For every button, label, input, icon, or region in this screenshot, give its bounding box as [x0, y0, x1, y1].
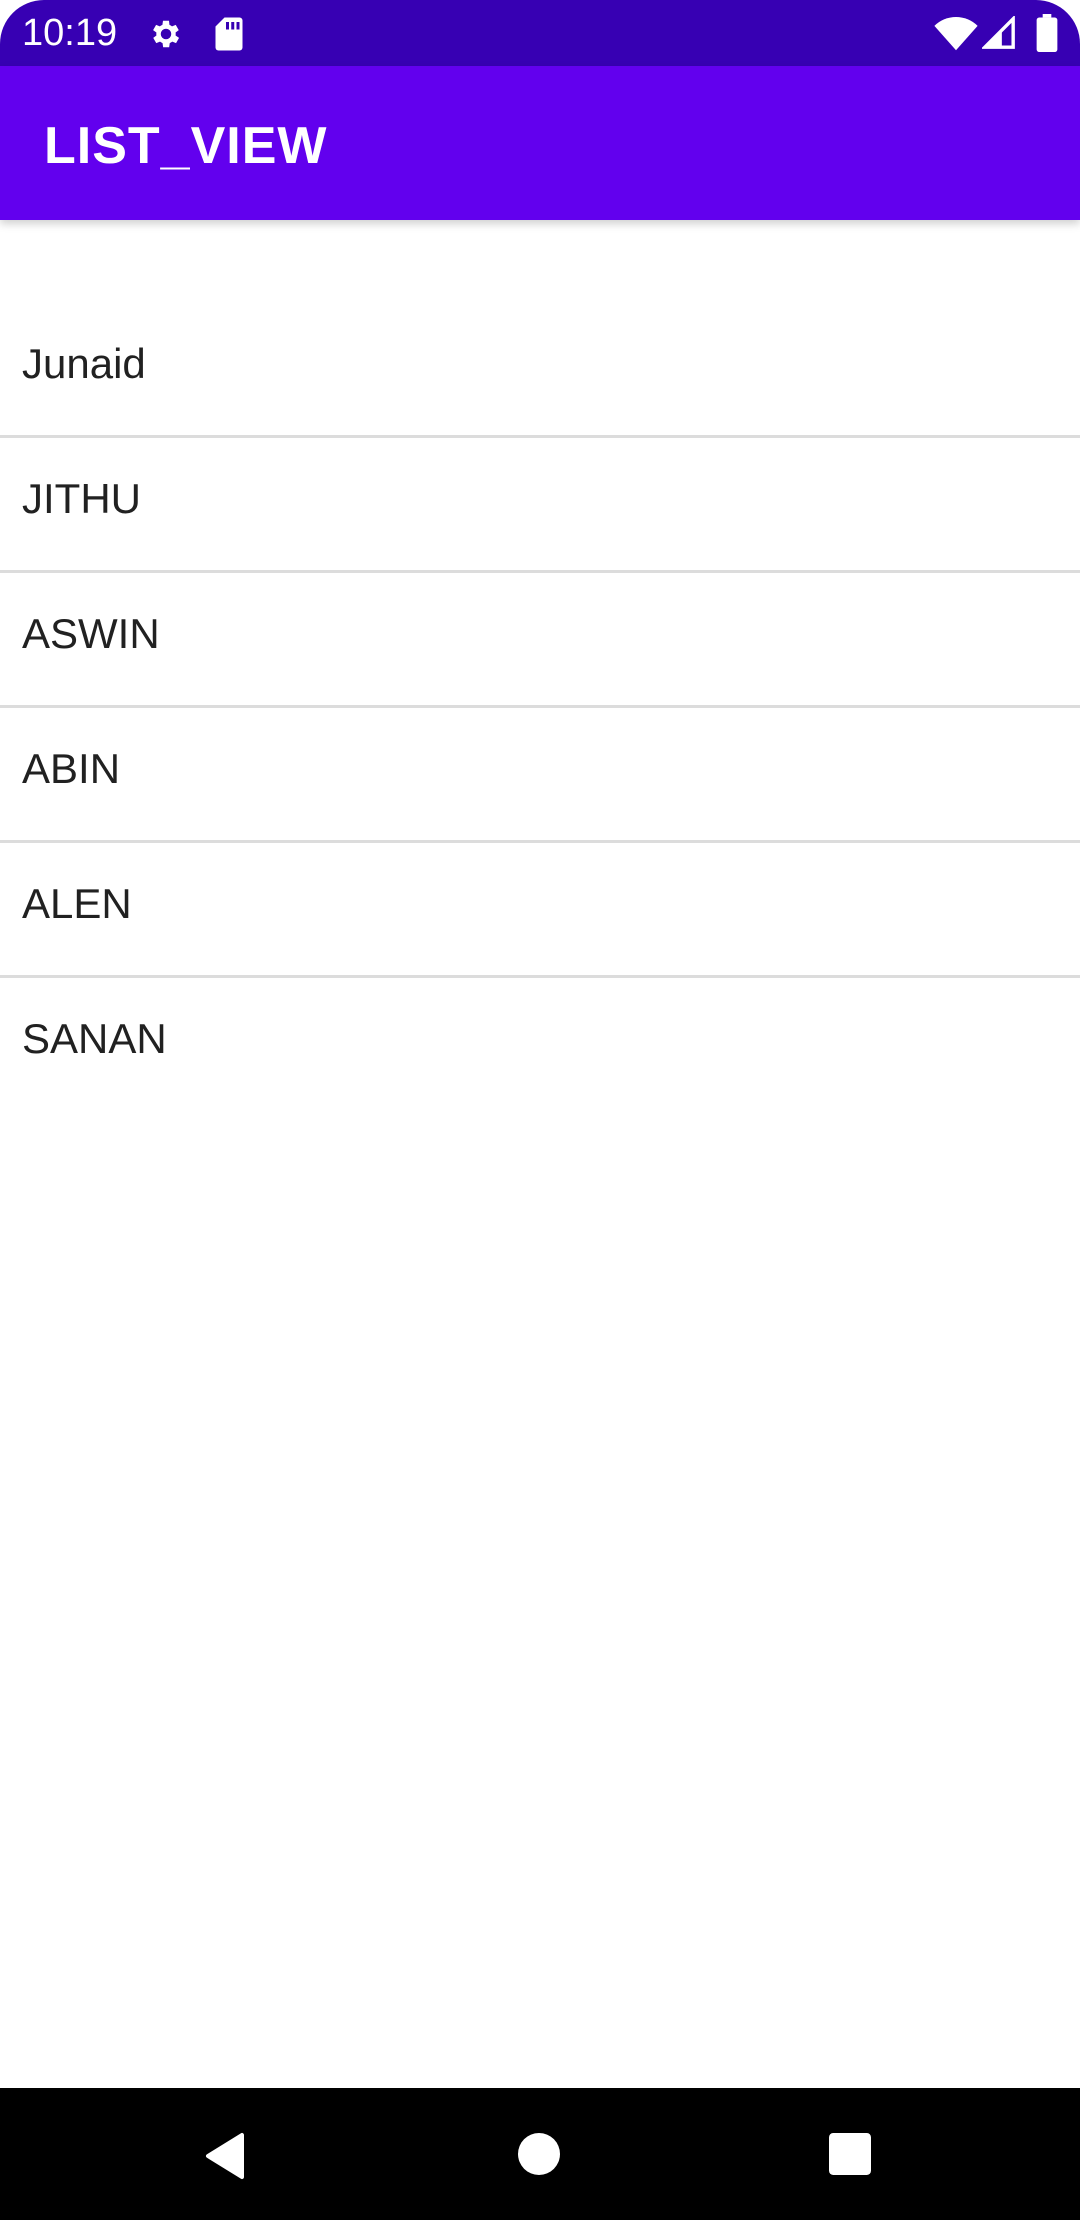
screen: 10:19 LIST_VIEW Junaid JITHU ASWIN ABIN …	[0, 0, 1080, 2220]
recents-icon[interactable]	[829, 2133, 871, 2175]
list-item[interactable]: ALEN	[0, 843, 1080, 978]
app-bar: LIST_VIEW	[0, 66, 1080, 220]
list-item-label: ASWIN	[22, 610, 160, 657]
list-item-label: SANAN	[22, 1015, 167, 1062]
system-nav-bar	[0, 2088, 1080, 2220]
battery-icon	[1036, 14, 1058, 52]
list-item[interactable]: JITHU	[0, 438, 1080, 573]
list-item[interactable]: ASWIN	[0, 573, 1080, 708]
list-item-label: JITHU	[22, 475, 141, 522]
list-item-label: ABIN	[22, 745, 121, 792]
name-list: Junaid JITHU ASWIN ABIN ALEN SANAN	[0, 303, 1080, 1113]
settings-gear-icon	[153, 20, 180, 48]
cell-signal-icon	[982, 16, 1015, 49]
list-item-label: Junaid	[22, 340, 146, 387]
sd-card-icon	[215, 17, 243, 51]
app-title: LIST_VIEW	[44, 117, 328, 175]
back-icon[interactable]	[204, 2132, 248, 2180]
list-item[interactable]: SANAN	[0, 978, 1080, 1113]
list-item-label: ALEN	[22, 880, 132, 927]
list-item[interactable]: Junaid	[0, 303, 1080, 438]
list-item[interactable]: ABIN	[0, 708, 1080, 843]
home-icon[interactable]	[518, 2133, 560, 2175]
status-time: 10:19	[22, 12, 118, 54]
wifi-icon	[934, 16, 978, 51]
status-bar: 10:19	[0, 0, 1080, 66]
